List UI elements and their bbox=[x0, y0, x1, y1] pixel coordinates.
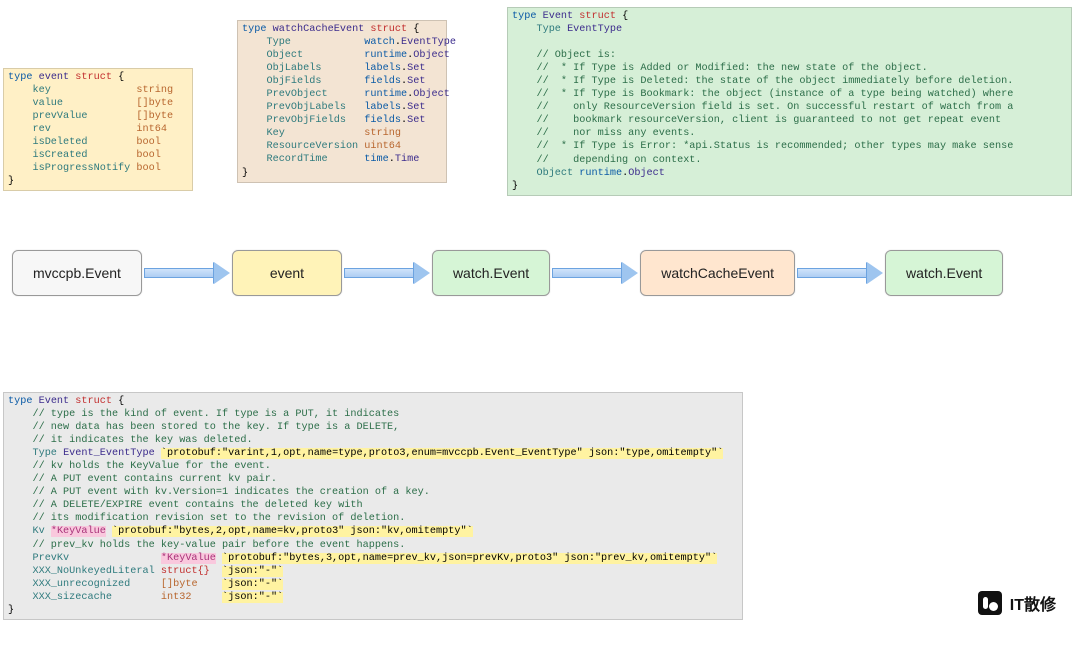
flow-node-watch-event: watch.Event bbox=[885, 250, 1003, 296]
comment: // its modification revision set to the … bbox=[32, 513, 405, 524]
flow-diagram: mvccpb.Event event watch.Event watchCacheEv… bbox=[12, 250, 1003, 296]
kw-struct: struct bbox=[370, 24, 407, 35]
struct-tag: `json:"-"` bbox=[222, 566, 283, 577]
flow-arrow-icon bbox=[144, 262, 230, 284]
brace-close: } bbox=[242, 168, 248, 179]
kw-struct: struct bbox=[579, 11, 616, 22]
type-event-eventtype: Event_EventType bbox=[63, 448, 155, 459]
comment: // new data has been stored to the key. … bbox=[32, 422, 399, 433]
kw-type: type bbox=[512, 11, 536, 22]
codebox-watch-event-struct: type Event struct { Type EventType // Ob… bbox=[507, 7, 1072, 196]
brace-close: } bbox=[8, 605, 14, 616]
kw-struct: struct bbox=[75, 72, 112, 83]
field-kv: Kv bbox=[32, 526, 44, 537]
struct-tag: `protobuf:"bytes,3,opt,name=prev_kv,json… bbox=[222, 553, 717, 564]
struct-name-watchevent: Event bbox=[543, 11, 574, 22]
field-object: Object bbox=[536, 168, 573, 179]
comment: // A PUT event with kv.Version=1 indicat… bbox=[32, 487, 429, 498]
flow-node-watch-event: watch.Event bbox=[432, 250, 550, 296]
brace-close: } bbox=[512, 181, 518, 192]
type-object: Object bbox=[628, 168, 665, 179]
brace: { bbox=[118, 72, 124, 83]
flow-node-mvccpb-event: mvccpb.Event bbox=[12, 250, 142, 296]
field-type: Type bbox=[536, 24, 560, 35]
flow-node-event: event bbox=[232, 250, 342, 296]
codebox-mvccpb-event-struct: type Event struct { // type is the kind … bbox=[3, 392, 743, 620]
brace-close: } bbox=[8, 176, 14, 187]
type-int32: int32 bbox=[161, 592, 192, 603]
watermark: IT散修 bbox=[978, 591, 1056, 615]
kw-type: type bbox=[8, 72, 32, 83]
kw-struct: struct bbox=[75, 396, 112, 407]
comment: // kv holds the KeyValue for the event. bbox=[32, 461, 270, 472]
comment: // A DELETE/EXPIRE event contains the de… bbox=[32, 500, 362, 511]
field-prevkv: PrevKv bbox=[32, 553, 69, 564]
flow-arrow-icon bbox=[344, 262, 430, 284]
field-type: Type bbox=[32, 448, 56, 459]
struct-tag: `protobuf:"varint,1,opt,name=type,proto3… bbox=[161, 448, 723, 459]
codebox-event-struct: type event struct { key string value []b… bbox=[3, 68, 193, 191]
comment: // it indicates the key was deleted. bbox=[32, 435, 252, 446]
struct-tag: `json:"-"` bbox=[222, 579, 283, 590]
pkg-runtime: runtime bbox=[579, 168, 622, 179]
comment: // prev_kv holds the key-value pair befo… bbox=[32, 540, 405, 551]
watermark-text: IT散修 bbox=[1010, 591, 1056, 615]
struct-tag: `json:"-"` bbox=[222, 592, 283, 603]
struct-name-wce: watchCacheEvent bbox=[273, 24, 365, 35]
kw-type: type bbox=[242, 24, 266, 35]
brace: { bbox=[118, 396, 124, 407]
kw-type: type bbox=[8, 396, 32, 407]
type-keyvalue-ptr: *KeyValue bbox=[161, 553, 216, 564]
field-xxx: XXX_unrecognized bbox=[32, 579, 130, 590]
flow-arrow-icon bbox=[552, 262, 638, 284]
field-xxx: XXX_NoUnkeyedLiteral bbox=[32, 566, 154, 577]
type-bytes: []byte bbox=[161, 579, 198, 590]
struct-tag: `protobuf:"bytes,2,opt,name=kv,proto3" j… bbox=[112, 526, 473, 537]
comment: // A PUT event contains current kv pair. bbox=[32, 474, 277, 485]
brace: { bbox=[413, 24, 419, 35]
flow-arrow-icon bbox=[797, 262, 883, 284]
type-eventtype: EventType bbox=[567, 24, 622, 35]
type-keyvalue-ptr: *KeyValue bbox=[51, 526, 106, 537]
wechat-logo-icon bbox=[978, 591, 1002, 615]
comment: // type is the kind of event. If type is… bbox=[32, 409, 399, 420]
codebox-watchcacheevent-struct: type watchCacheEvent struct { Type watch… bbox=[237, 20, 447, 183]
brace: { bbox=[622, 11, 628, 22]
struct-name-mvccpb-event: Event bbox=[39, 396, 70, 407]
struct-name-event: event bbox=[39, 72, 70, 83]
flow-node-watchcacheevent: watchCacheEvent bbox=[640, 250, 795, 296]
type-struct-empty: struct{} bbox=[161, 566, 210, 577]
field-xxx: XXX_sizecache bbox=[32, 592, 111, 603]
